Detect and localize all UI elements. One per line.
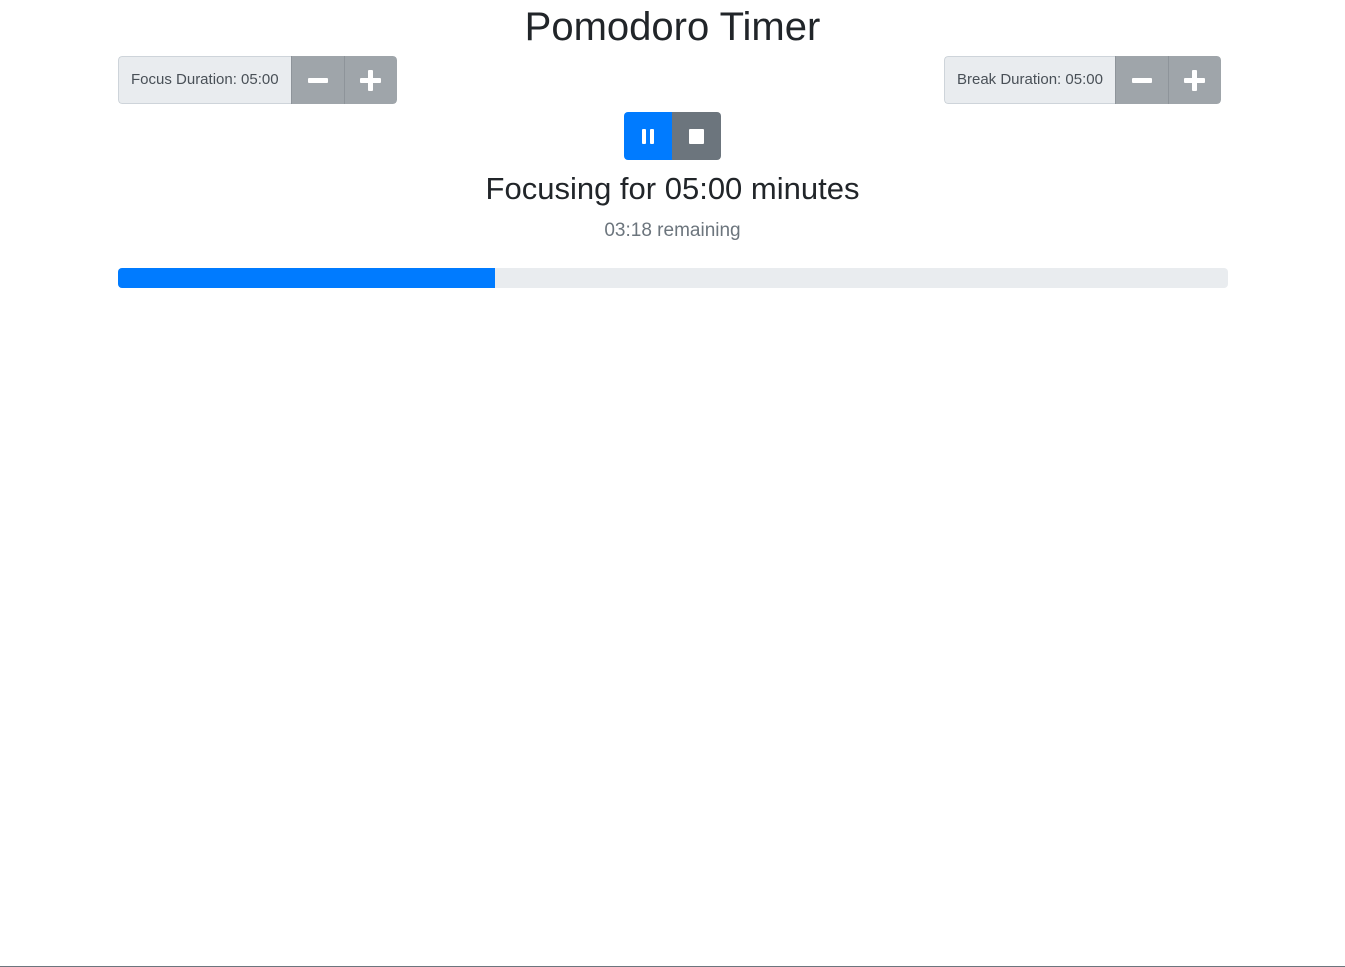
pause-icon <box>650 128 654 144</box>
pause-icon <box>642 128 646 144</box>
break-duration-control: Break Duration: 05:00 <box>944 56 1221 104</box>
pomodoro-app: Pomodoro Timer Focus Duration: 05:00 Bre… <box>0 0 1345 967</box>
break-increase-button[interactable] <box>1167 56 1221 104</box>
focus-duration-label: Focus Duration: 05:00 <box>118 56 291 104</box>
break-decrease-button[interactable] <box>1114 56 1168 104</box>
pause-button[interactable] <box>624 112 672 160</box>
progress-bar <box>118 268 1228 288</box>
progress-fill <box>118 268 496 288</box>
focus-increase-button[interactable] <box>343 56 397 104</box>
plus-icon <box>360 69 382 91</box>
page-title: Pomodoro Timer <box>524 5 821 49</box>
plus-icon <box>1184 69 1206 91</box>
focus-duration-control: Focus Duration: 05:00 <box>118 56 397 104</box>
break-duration-label: Break Duration: 05:00 <box>944 56 1115 104</box>
stop-button[interactable] <box>672 112 721 160</box>
session-heading: Focusing for 05:00 minutes <box>485 171 860 206</box>
stop-icon <box>689 128 704 144</box>
focus-decrease-button[interactable] <box>290 56 344 104</box>
minus-icon <box>307 77 328 83</box>
time-remaining: 03:18 remaining <box>604 220 741 241</box>
minus-icon <box>1131 77 1152 83</box>
timer-controls <box>624 112 721 160</box>
